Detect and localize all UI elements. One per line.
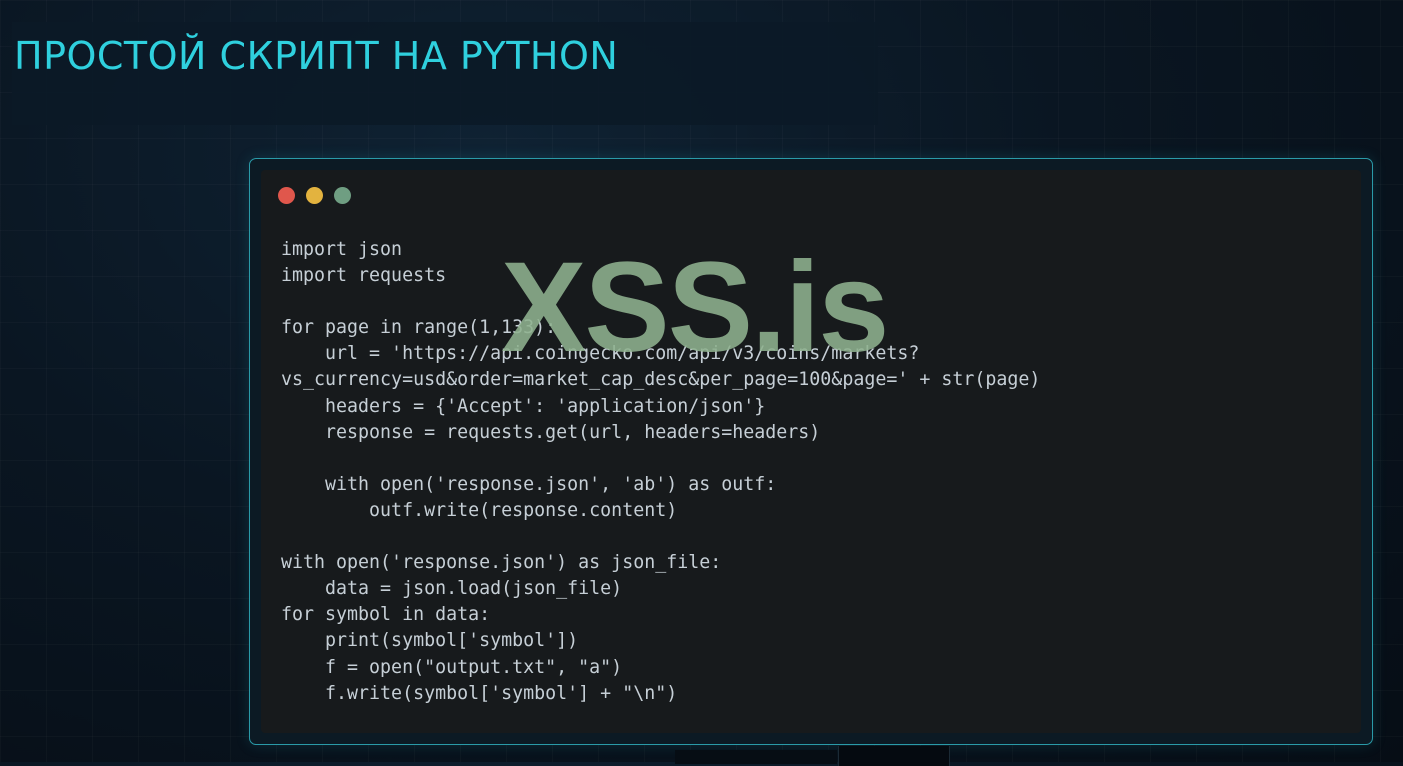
code-line-11: outf.write(response.content) [281, 499, 678, 521]
code-line-8: response = requests.get(url, headers=hea… [281, 421, 821, 443]
code-line-15: for symbol in data: [281, 604, 491, 626]
watermark-text: XSS.is [501, 236, 889, 379]
code-line-14: data = json.load(json_file) [281, 578, 623, 600]
code-line-10: with open('response.json', 'ab') as outf… [281, 473, 777, 495]
code-line-17: f = open("output.txt", "a") [281, 656, 623, 678]
code-line-1: import json [281, 239, 403, 260]
minimize-dot-icon [306, 187, 323, 204]
code-line-16: print(symbol['symbol']) [281, 630, 579, 652]
close-dot-icon [278, 187, 295, 204]
code-editor: import json import requests for page in … [261, 170, 1361, 733]
code-line-2: import requests [281, 265, 447, 287]
maximize-dot-icon [334, 187, 351, 204]
code-line-13: with open('response.json') as json_file: [281, 552, 722, 574]
code-line-7: headers = {'Accept': 'application/json'} [281, 395, 766, 417]
code-window: import json import requests for page in … [249, 158, 1373, 745]
code-line-18: f.write(symbol['symbol'] + "\n") [281, 682, 678, 704]
slide-title: ПРОСТОЙ СКРИПТ НА PYTHON [14, 34, 619, 78]
bottom-tab [838, 746, 950, 766]
